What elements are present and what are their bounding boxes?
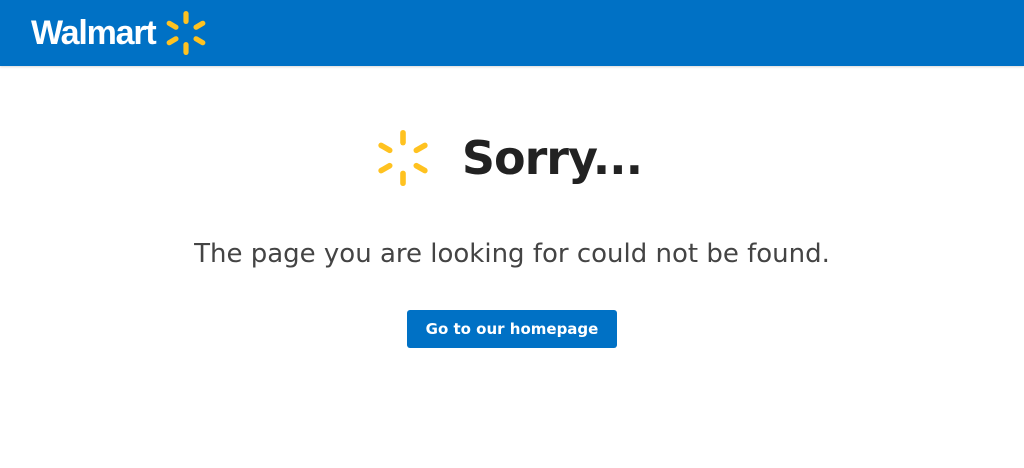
go-to-homepage-button[interactable]: Go to our homepage <box>407 310 617 348</box>
spark-icon <box>378 129 428 187</box>
main-content: Sorry... The page you are looking for co… <box>0 66 1024 468</box>
walmart-logo-link[interactable]: Walmart <box>31 8 211 58</box>
title-row: Sorry... <box>0 126 1024 190</box>
logo-text: Walmart <box>31 14 157 52</box>
site-header: Walmart <box>0 0 1024 66</box>
error-message: The page you are looking for could not b… <box>194 239 830 269</box>
page-title: Sorry... <box>461 131 643 185</box>
spark-icon <box>167 11 206 55</box>
